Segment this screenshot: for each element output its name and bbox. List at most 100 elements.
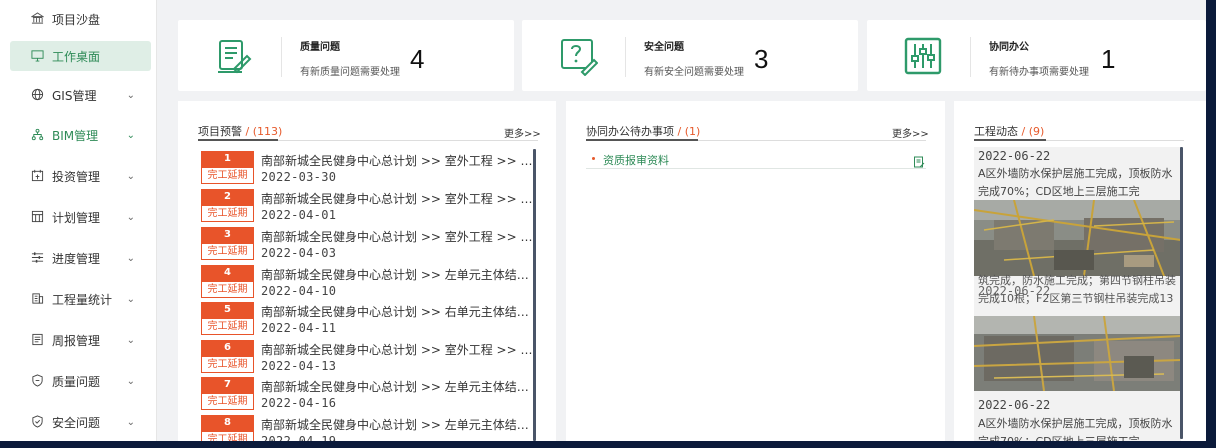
status-badge: 完工延期 <box>201 356 254 373</box>
shield-icon <box>30 374 44 388</box>
sidebar: 项目沙盘 工作桌面 GIS管理 ⌄ BIM管理 ⌄ 投资管理 ⌄ 计划管理 ⌄ … <box>0 0 157 441</box>
bank-icon <box>29 12 45 26</box>
sidebar-item-quality[interactable]: 质量问题 ⌄ <box>10 366 151 396</box>
construction-photo[interactable] <box>974 316 1181 391</box>
warning-date: 2022-04-11 <box>261 321 337 335</box>
rank-badge: 6 <box>201 340 254 356</box>
sidebar-item-label: 项目沙盘 <box>52 12 101 27</box>
shield-check-icon <box>30 415 44 429</box>
sidebar-item-sandbox[interactable]: 项目沙盘 <box>10 4 151 34</box>
status-badge: 完工延期 <box>201 393 254 410</box>
warning-text: 南部新城全民健身中心总计划 >> 左单元主体结构... <box>261 380 533 394</box>
sidebar-item-progress[interactable]: 进度管理 ⌄ <box>10 243 151 273</box>
construction-photo[interactable] <box>974 200 1181 276</box>
status-badge: 完工延期 <box>201 318 254 335</box>
card-count: 1 <box>1101 44 1116 74</box>
divider <box>281 37 282 77</box>
sidebar-item-label: GIS管理 <box>52 88 97 103</box>
safety-card[interactable]: 安全问题 有新安全问题需要处理 3 <box>522 20 858 91</box>
sidebar-item-workdesk[interactable]: 工作桌面 <box>10 41 151 71</box>
scrollbar[interactable] <box>1180 147 1183 439</box>
divider <box>586 168 926 169</box>
building-icon <box>30 292 44 306</box>
list-item[interactable]: 3 完工延期 南部新城全民健身中心总计划 >> 室外工程 >> 防... 202… <box>201 227 535 264</box>
monitor-icon <box>30 49 44 63</box>
tab-underline <box>198 139 278 141</box>
document-icon[interactable] <box>913 153 925 168</box>
more-link[interactable]: 更多>> <box>504 125 541 140</box>
sidebar-item-label: BIM管理 <box>52 128 99 143</box>
chevron-down-icon: ⌄ <box>126 129 135 141</box>
list-item[interactable]: 7 完工延期 南部新城全民健身中心总计划 >> 左单元主体结构... 2022-… <box>201 377 535 414</box>
tab-underline <box>974 139 1046 141</box>
news-text: A区外墙防水保护层施工完成，顶板防水完成70%；CD区地上三层施工完 <box>978 417 1173 441</box>
chevron-down-icon: ⌄ <box>126 89 135 101</box>
divider <box>970 37 971 77</box>
sidebar-item-label: 计划管理 <box>52 210 101 225</box>
chevron-down-icon: ⌄ <box>126 375 135 387</box>
warning-text: 南部新城全民健身中心总计划 >> 室外工程 >> 外... <box>261 192 533 206</box>
panel-count: / (9) <box>1018 125 1045 138</box>
status-badge: 完工延期 <box>201 243 254 260</box>
network-icon <box>30 128 44 142</box>
globe-icon <box>30 88 44 102</box>
warning-date: 2022-04-03 <box>261 246 337 260</box>
report-icon <box>30 333 44 347</box>
todo-item-link[interactable]: 资质报审资料 <box>603 152 669 168</box>
rank-badge: 4 <box>201 265 254 281</box>
sidebar-item-label: 安全问题 <box>52 415 101 430</box>
calendar-icon <box>30 169 44 183</box>
document-edit-icon <box>214 36 254 76</box>
list-item[interactable]: 6 完工延期 南部新城全民健身中心总计划 >> 室外工程 >> 土... 202… <box>201 340 535 377</box>
warning-date: 2022-04-13 <box>261 359 337 373</box>
panel-count: / (113) <box>242 125 283 138</box>
rank-badge: 3 <box>201 227 254 243</box>
news-date: 2022-06-22 <box>978 149 1051 163</box>
card-subtitle: 有新质量问题需要处理 <box>300 67 400 78</box>
board-icon <box>30 210 44 224</box>
warning-text: 南部新城全民健身中心总计划 >> 室外工程 >> 场... <box>261 154 533 168</box>
panel-title: 项目预警 / (113) <box>198 123 282 139</box>
scrollbar[interactable] <box>533 149 536 441</box>
chevron-down-icon: ⌄ <box>126 211 135 223</box>
sliders-box-icon <box>903 36 943 76</box>
rank-badge: 1 <box>201 151 254 167</box>
chevron-down-icon: ⌄ <box>126 293 135 305</box>
collab-card[interactable]: 协同办公 有新待办事项需要处理 1 <box>867 20 1206 91</box>
sidebar-item-plan[interactable]: 计划管理 ⌄ <box>10 202 151 232</box>
tab-underline <box>586 139 698 141</box>
panel-title-text: 工程动态 <box>974 125 1018 138</box>
quality-card[interactable]: 质量问题 有新质量问题需要处理 4 <box>178 20 514 91</box>
card-subtitle: 有新待办事项需要处理 <box>989 67 1089 78</box>
list-item[interactable]: 5 完工延期 南部新城全民健身中心总计划 >> 右单元主体结构... 2022-… <box>201 302 535 339</box>
sidebar-item-quantity[interactable]: 工程量统计 ⌄ <box>10 284 151 314</box>
sidebar-item-label: 周报管理 <box>52 333 101 348</box>
sidebar-item-label: 进度管理 <box>52 251 101 266</box>
panel-title: 协同办公待办事项 / (1) <box>586 123 700 139</box>
warning-text: 南部新城全民健身中心总计划 >> 左单元主体结构... <box>261 418 533 432</box>
card-count: 4 <box>410 44 425 74</box>
sidebar-item-label: 工作桌面 <box>52 49 101 64</box>
news-date: 2022-06-22 <box>978 284 1051 298</box>
rank-badge: 5 <box>201 302 254 318</box>
chevron-down-icon: ⌄ <box>126 170 135 182</box>
sidebar-item-gis[interactable]: GIS管理 ⌄ <box>10 80 151 110</box>
warning-date: 2022-04-19 <box>261 434 337 441</box>
card-subtitle: 有新安全问题需要处理 <box>644 67 744 78</box>
list-item[interactable]: 2 完工延期 南部新城全民健身中心总计划 >> 室外工程 >> 外... 202… <box>201 189 535 226</box>
warning-date: 2022-03-30 <box>261 170 337 184</box>
question-edit-icon <box>558 36 599 77</box>
list-item[interactable]: 4 完工延期 南部新城全民健身中心总计划 >> 左单元主体结构... 2022-… <box>201 265 535 302</box>
list-item[interactable]: 1 完工延期 南部新城全民健身中心总计划 >> 室外工程 >> 场... 202… <box>201 151 535 188</box>
list-item[interactable]: 8 完工延期 南部新城全民健身中心总计划 >> 左单元主体结构... 2022-… <box>201 415 535 441</box>
sidebar-item-safety[interactable]: 安全问题 ⌄ <box>10 407 151 437</box>
more-link[interactable]: 更多>> <box>892 125 929 140</box>
card-title: 质量问题 <box>300 42 340 53</box>
rank-badge: 2 <box>201 189 254 205</box>
sidebar-item-weekly[interactable]: 周报管理 ⌄ <box>10 325 151 355</box>
rank-badge: 7 <box>201 377 254 393</box>
news-date: 2022-06-22 <box>978 398 1051 412</box>
sidebar-item-bim[interactable]: BIM管理 ⌄ <box>10 120 151 150</box>
chevron-down-icon: ⌄ <box>126 252 135 264</box>
sidebar-item-investment[interactable]: 投资管理 ⌄ <box>10 161 151 191</box>
